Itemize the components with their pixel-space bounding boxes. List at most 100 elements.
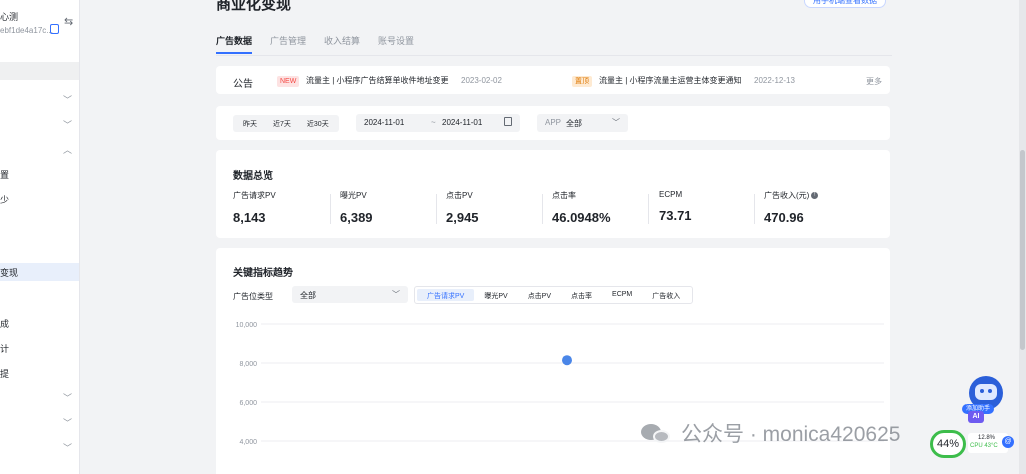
sidebar-item[interactable]: ﹀ [0,414,79,432]
performance-gauge[interactable]: 44% [930,430,966,458]
metric-clicks: 点击PV 2,945 [446,190,546,225]
metric-value: 73.71 [659,208,692,223]
start-date: 2024-11-01 [364,118,405,127]
tab-account-settings[interactable]: 账号设置 [378,34,414,54]
sidebar-item-label: 少 [0,195,10,205]
sidebar-item[interactable] [0,215,79,233]
metric-value: 46.0948% [552,210,611,225]
app-select[interactable]: APP 全部 ﹀ [537,114,628,132]
metric-divider [436,194,437,224]
metric-divider [648,194,649,224]
metric-label: 广告请求PV [233,191,276,200]
sidebar-search-bar[interactable] [0,62,79,80]
tabs-divider [216,55,892,56]
range-yesterday[interactable]: 昨天 [235,117,265,130]
sidebar-item[interactable]: ﹀ [0,116,79,134]
range-7-days[interactable]: 近7天 [265,117,299,130]
chevron-icon: ﹀ [63,95,73,105]
metric-label: 点击率 [552,191,576,200]
metric-value: 6,389 [340,210,373,225]
watermark: 公众号 · monica420625 [641,418,900,448]
memory-readout: 12.8% [978,435,996,441]
notice-link[interactable]: 流量主 | 小程序流量主运营主体变更通知 [599,75,742,86]
sidebar-item[interactable]: ﹀ [0,439,79,457]
sidebar-item[interactable]: ︿ [0,141,79,159]
new-badge: NEW [277,76,300,87]
y-tick-label: 10,000 [236,322,258,329]
account-name: 心测 [0,12,19,22]
app-select-value: 全部 [566,119,582,128]
sidebar-item-label: 成 [0,319,10,329]
metric-value: 470.96 [764,210,804,225]
metric-revenue: 广告收入(元)! 470.96 [764,190,864,225]
metric-ecpm: ECPM 73.71 [659,190,759,223]
calendar-icon [504,117,512,126]
sidebar: 心测 ebf1de4a17c... ⇆ ﹀ ﹀ ︿ 置少变现成计提 ﹀ ﹀ ﹀ [0,0,80,474]
date-separator: ~ [431,118,436,127]
mobile-view-button[interactable]: 用手机端查看数据 [804,0,886,8]
range-30-days[interactable]: 近30天 [299,117,337,130]
tab-income-settlement[interactable]: 收入结算 [324,34,360,54]
metric-label: 曝光PV [340,191,367,200]
metric-ad-requests: 广告请求PV 8,143 [233,190,333,225]
page-title: 商业化变现 [216,0,292,13]
tab-ad-data[interactable]: 广告数据 [216,34,253,54]
ai-badge[interactable]: AI [968,411,984,423]
metric-impressions: 曝光PV 6,389 [340,190,440,225]
metric-divider [542,194,543,224]
metric-ctr: 点击率 46.0948% [552,190,652,225]
tab-ad-management[interactable]: 广告管理 [270,34,306,54]
floating-action-icon[interactable]: @ [1002,436,1014,448]
metric-label: 广告收入(元) [764,191,810,200]
sidebar-item[interactable] [0,238,79,256]
sidebar-item[interactable]: 提 [0,364,79,382]
chevron-icon: ﹀ [63,443,73,453]
pinned-badge: 置顶 [572,76,592,87]
notice-more-link[interactable]: 更多 [866,76,882,87]
notice-link[interactable]: 流量主 | 小程序广告结算单收件地址变更 [306,75,449,86]
app-id: ebf1de4a17c... [0,26,53,35]
page-scrollbar[interactable] [1019,0,1026,474]
sidebar-item[interactable]: 少 [0,190,79,208]
cpu-readout: CPU 43°C [970,443,998,449]
metric-label-row: 广告收入(元)! [764,190,864,201]
scrollbar-thumb[interactable] [1020,150,1025,350]
y-tick-label: 8,000 [239,361,257,368]
tab-bar: 广告数据 广告管理 收入结算 账号设置 [216,34,414,54]
sidebar-item[interactable]: 计 [0,339,79,357]
chevron-down-icon: ﹀ [612,118,620,127]
metric-value: 8,143 [233,210,266,225]
main-content: 商业化变现 用手机端查看数据 广告数据 广告管理 收入结算 账号设置 公告 NE… [204,0,894,474]
metric-divider [754,194,755,224]
y-tick-label: 4,000 [239,439,257,446]
notice-date: 2023-02-02 [461,76,502,85]
info-icon[interactable]: ! [811,192,819,200]
overview-card: 数据总览 广告请求PV 8,143 曝光PV 6,389 点击PV 2,945 … [216,150,890,238]
chevron-icon: ︿ [63,145,73,155]
watermark-text: 公众号 · monica420625 [681,423,901,446]
sidebar-item[interactable]: ﹀ [0,91,79,109]
chevron-icon: ﹀ [63,418,73,428]
metric-label: ECPM [659,190,683,199]
notice-title: 公告 [233,79,253,90]
app-select-label: APP [545,118,562,127]
notice-card: 公告 NEW 流量主 | 小程序广告结算单收件地址变更 2023-02-02 置… [216,66,890,94]
sidebar-item[interactable]: 成 [0,314,79,332]
overview-title: 数据总览 [233,171,273,182]
sidebar-item[interactable] [0,290,79,308]
metric-divider [330,194,331,224]
sidebar-item-label: 变现 [0,268,19,278]
quick-range-selector: 昨天 近7天 近30天 [233,115,339,132]
sidebar-item-label: 计 [0,344,10,354]
sidebar-item[interactable]: ﹀ [0,389,79,407]
wechat-icon [641,422,671,444]
sidebar-item[interactable]: 置 [0,165,79,183]
sidebar-item[interactable]: 变现 [0,263,79,281]
y-tick-label: 6,000 [239,400,257,407]
filter-bar: 昨天 近7天 近30天 2024-11-01 ~ 2024-11-01 APP … [216,106,890,140]
data-point[interactable] [562,355,572,366]
copy-icon[interactable] [50,24,59,34]
notice-date: 2022-12-13 [754,76,795,85]
date-range-picker[interactable]: 2024-11-01 ~ 2024-11-01 [356,114,520,132]
switch-account-icon[interactable]: ⇆ [64,15,73,28]
